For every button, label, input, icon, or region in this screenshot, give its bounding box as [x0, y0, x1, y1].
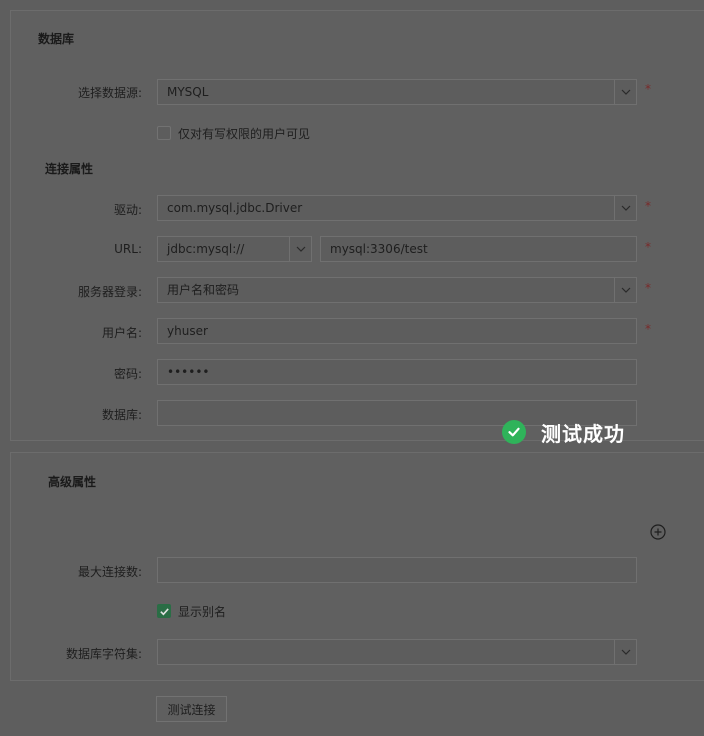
server-login-select[interactable]: 用户名和密码 — [157, 277, 637, 303]
url-label: URL: — [114, 242, 142, 256]
username-label: 用户名: — [101, 326, 142, 340]
chevron-down-icon — [614, 196, 636, 220]
username-input[interactable]: yhuser — [157, 318, 637, 344]
database-label: 数据库: — [101, 408, 142, 422]
charset-label: 数据库字符集: — [65, 647, 142, 661]
server-login-label: 服务器登录: — [77, 285, 142, 299]
url-prefix-select[interactable]: jdbc:mysql:// — [157, 236, 312, 262]
check-icon — [159, 607, 169, 615]
connection-section-title: 连接属性 — [45, 162, 94, 176]
server-login-value: 用户名和密码 — [167, 283, 240, 297]
driver-value: com.mysql.jdbc.Driver — [167, 201, 303, 215]
password-label: 密码: — [113, 367, 142, 381]
driver-select[interactable]: com.mysql.jdbc.Driver — [157, 195, 637, 221]
driver-label: 驱动: — [113, 203, 142, 217]
success-check-icon — [502, 420, 526, 444]
required-mark: * — [645, 240, 651, 254]
datasource-select[interactable]: MYSQL — [157, 79, 637, 105]
advanced-section-title: 高级属性 — [48, 475, 97, 489]
required-mark: * — [645, 322, 651, 336]
datasource-value: MYSQL — [167, 85, 209, 99]
chevron-down-icon — [289, 237, 311, 261]
max-connections-input[interactable] — [157, 557, 637, 583]
toast-message: 测试成功 — [541, 421, 625, 446]
required-mark: * — [645, 199, 651, 213]
success-toast: 测试成功 — [502, 418, 625, 446]
add-circle-icon[interactable] — [650, 524, 666, 540]
required-mark: * — [645, 82, 651, 96]
password-input[interactable]: •••••• — [157, 359, 637, 385]
required-mark: * — [645, 281, 651, 295]
url-prefix-value: jdbc:mysql:// — [167, 242, 245, 256]
database-section-title: 数据库 — [38, 32, 75, 46]
chevron-down-icon — [614, 640, 636, 664]
charset-select[interactable] — [157, 639, 637, 665]
show-alias-checkbox[interactable] — [157, 604, 171, 618]
max-connections-label: 最大连接数: — [77, 565, 142, 579]
write-only-checkbox[interactable] — [157, 126, 171, 140]
test-connection-button[interactable]: 测试连接 — [156, 696, 227, 722]
write-only-label: 仅对有写权限的用户可见 — [178, 127, 311, 141]
datasource-label: 选择数据源: — [77, 86, 142, 100]
chevron-down-icon — [614, 80, 636, 104]
chevron-down-icon — [614, 278, 636, 302]
show-alias-label: 显示别名 — [178, 605, 227, 619]
url-host-input[interactable]: mysql:3306/test — [320, 236, 637, 262]
